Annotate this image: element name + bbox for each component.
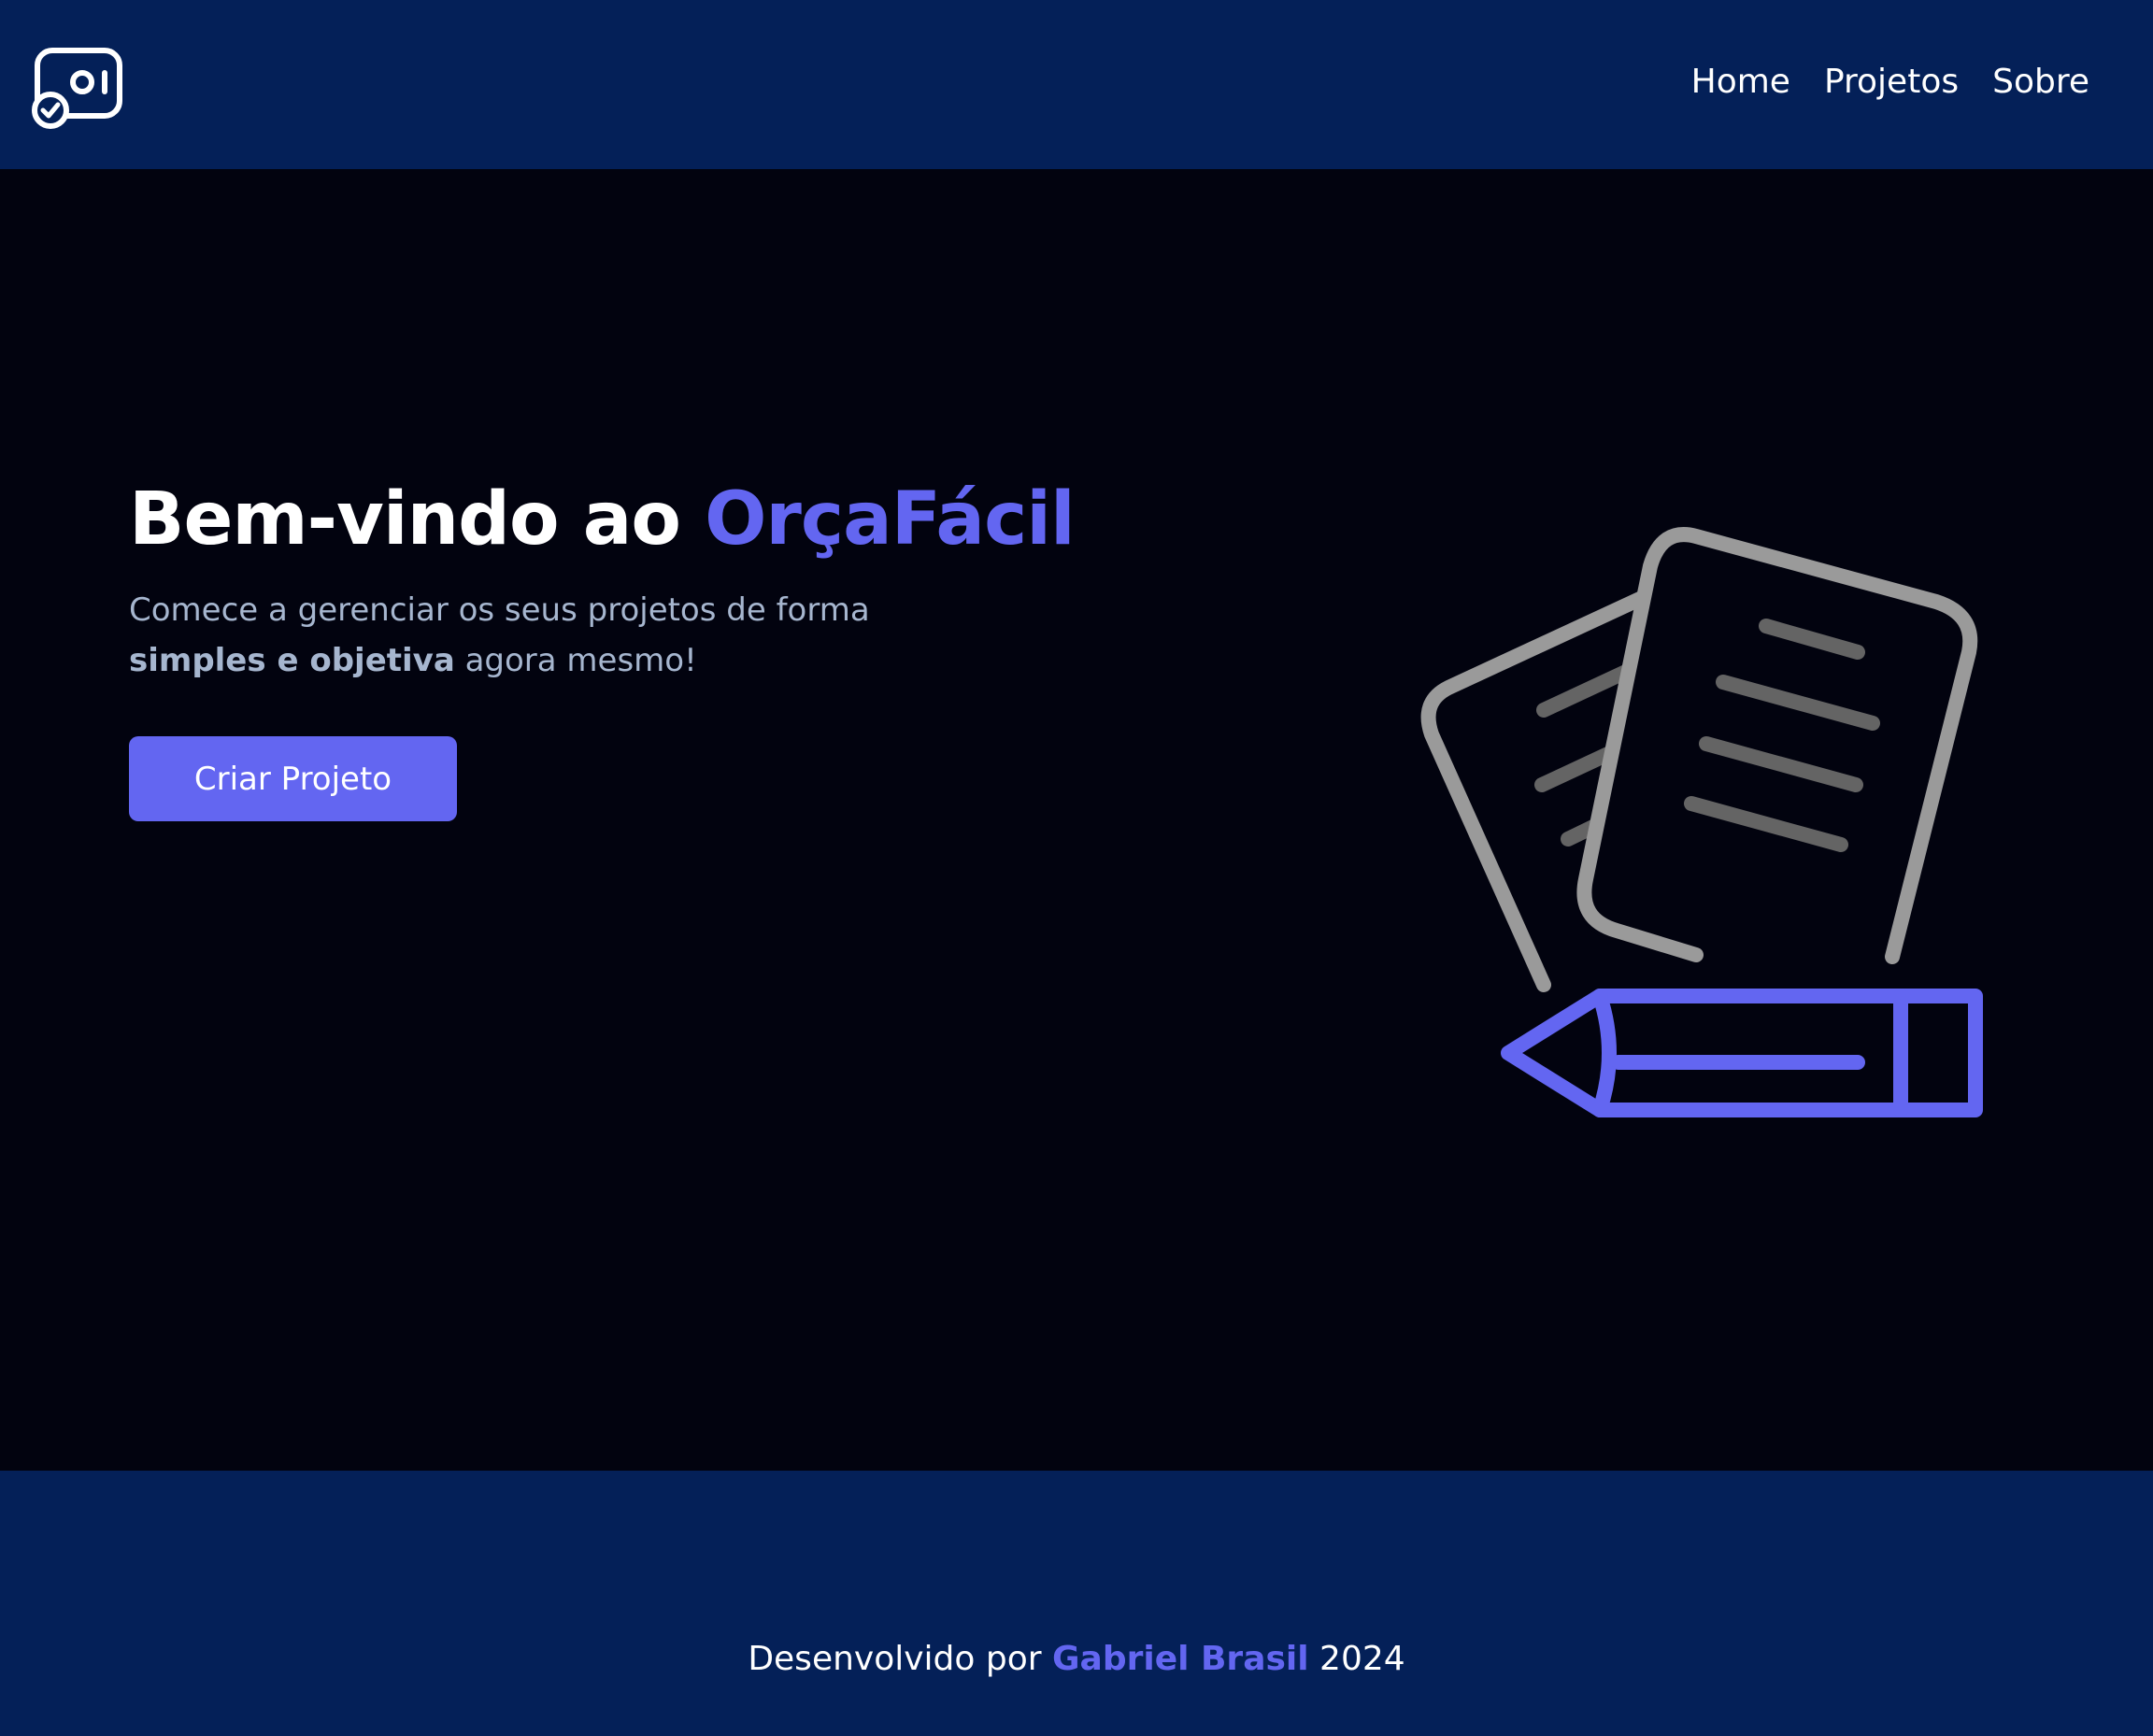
footer-year: 2024 (1319, 1640, 1405, 1678)
nav-link-sobre[interactable]: Sobre (1992, 58, 2089, 107)
footer-credits: Desenvolvido por Gabriel Brasil 2024 (0, 1635, 2153, 1684)
footer: Desenvolvido por Gabriel Brasil 2024 (0, 1471, 2153, 1736)
nav-link-projetos[interactable]: Projetos (1824, 58, 1959, 107)
footer-author-link[interactable]: Gabriel Brasil (1052, 1640, 1309, 1678)
logo-icon[interactable] (32, 45, 127, 129)
hero-subtitle-bold: simples e objetiva (129, 642, 455, 679)
hero-subtitle: Comece a gerenciar os seus projetos de f… (129, 585, 970, 686)
hero-title: Bem-vindo ao OrçaFácil (129, 473, 1076, 566)
main-nav: Home Projetos Sobre (1691, 58, 2089, 107)
nav-link-home[interactable]: Home (1691, 58, 1790, 107)
hero-title-prefix: Bem-vindo ao (129, 477, 681, 562)
hero-subtitle-line1: Comece a gerenciar os seus projetos de f… (129, 591, 870, 629)
criar-projeto-button[interactable]: Criar Projeto (129, 736, 457, 821)
navbar: Home Projetos Sobre (0, 0, 2153, 169)
hero-title-brand: OrçaFácil (705, 477, 1076, 562)
footer-prefix: Desenvolvido por (748, 1640, 1042, 1678)
documents-and-pencil-icon (1411, 510, 2009, 1127)
hero-subtitle-rest: agora mesmo! (464, 642, 697, 679)
